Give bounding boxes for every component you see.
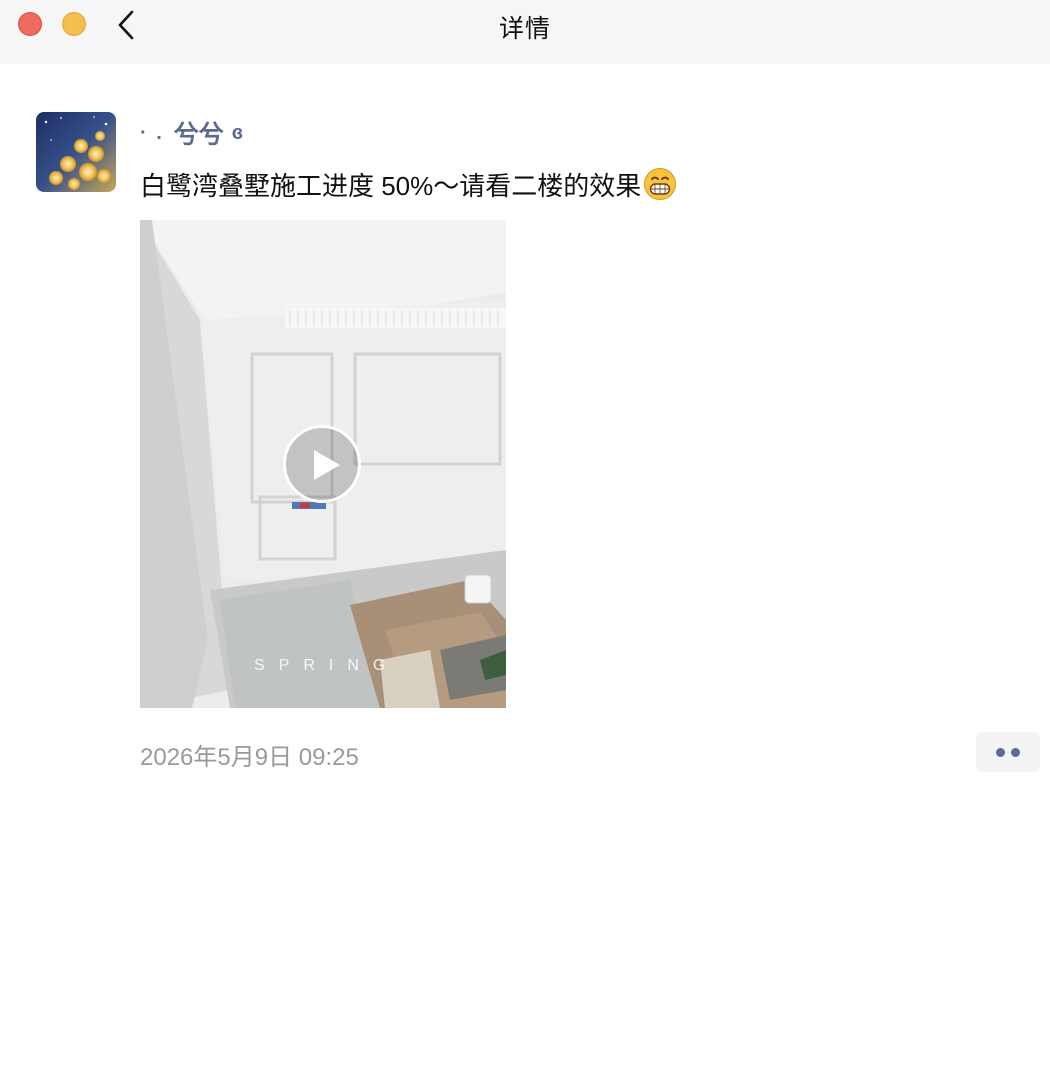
video-watermark: SPRING (254, 657, 400, 674)
page-title: 详情 (498, 15, 551, 43)
post-text: 白鹭湾叠墅施工进度 50%～请看二楼的效果 (140, 166, 677, 202)
author-name-text: 兮兮 (173, 121, 224, 149)
more-dots-icon (996, 748, 1005, 757)
more-dots-icon (1011, 748, 1020, 757)
avatar[interactable] (36, 112, 116, 192)
play-icon (314, 450, 340, 480)
author-name-prefix: · . (140, 121, 164, 144)
more-button[interactable] (976, 732, 1040, 772)
author-name-suffix: ɞ (231, 121, 244, 144)
post-text-content: 白鹭湾叠墅施工进度 50%～请看二楼的效果 (140, 170, 642, 201)
video-thumbnail[interactable]: SPRING (140, 220, 506, 708)
author-name[interactable]: · . 兮兮 ɞ (140, 115, 243, 151)
play-button[interactable] (283, 425, 361, 503)
post-timestamp: 2026年5月9日 09:25 (140, 744, 359, 771)
avatar-image (36, 112, 116, 192)
title-bar: 详情 (0, 0, 1050, 64)
grinning-face-emoji-icon (643, 167, 677, 201)
